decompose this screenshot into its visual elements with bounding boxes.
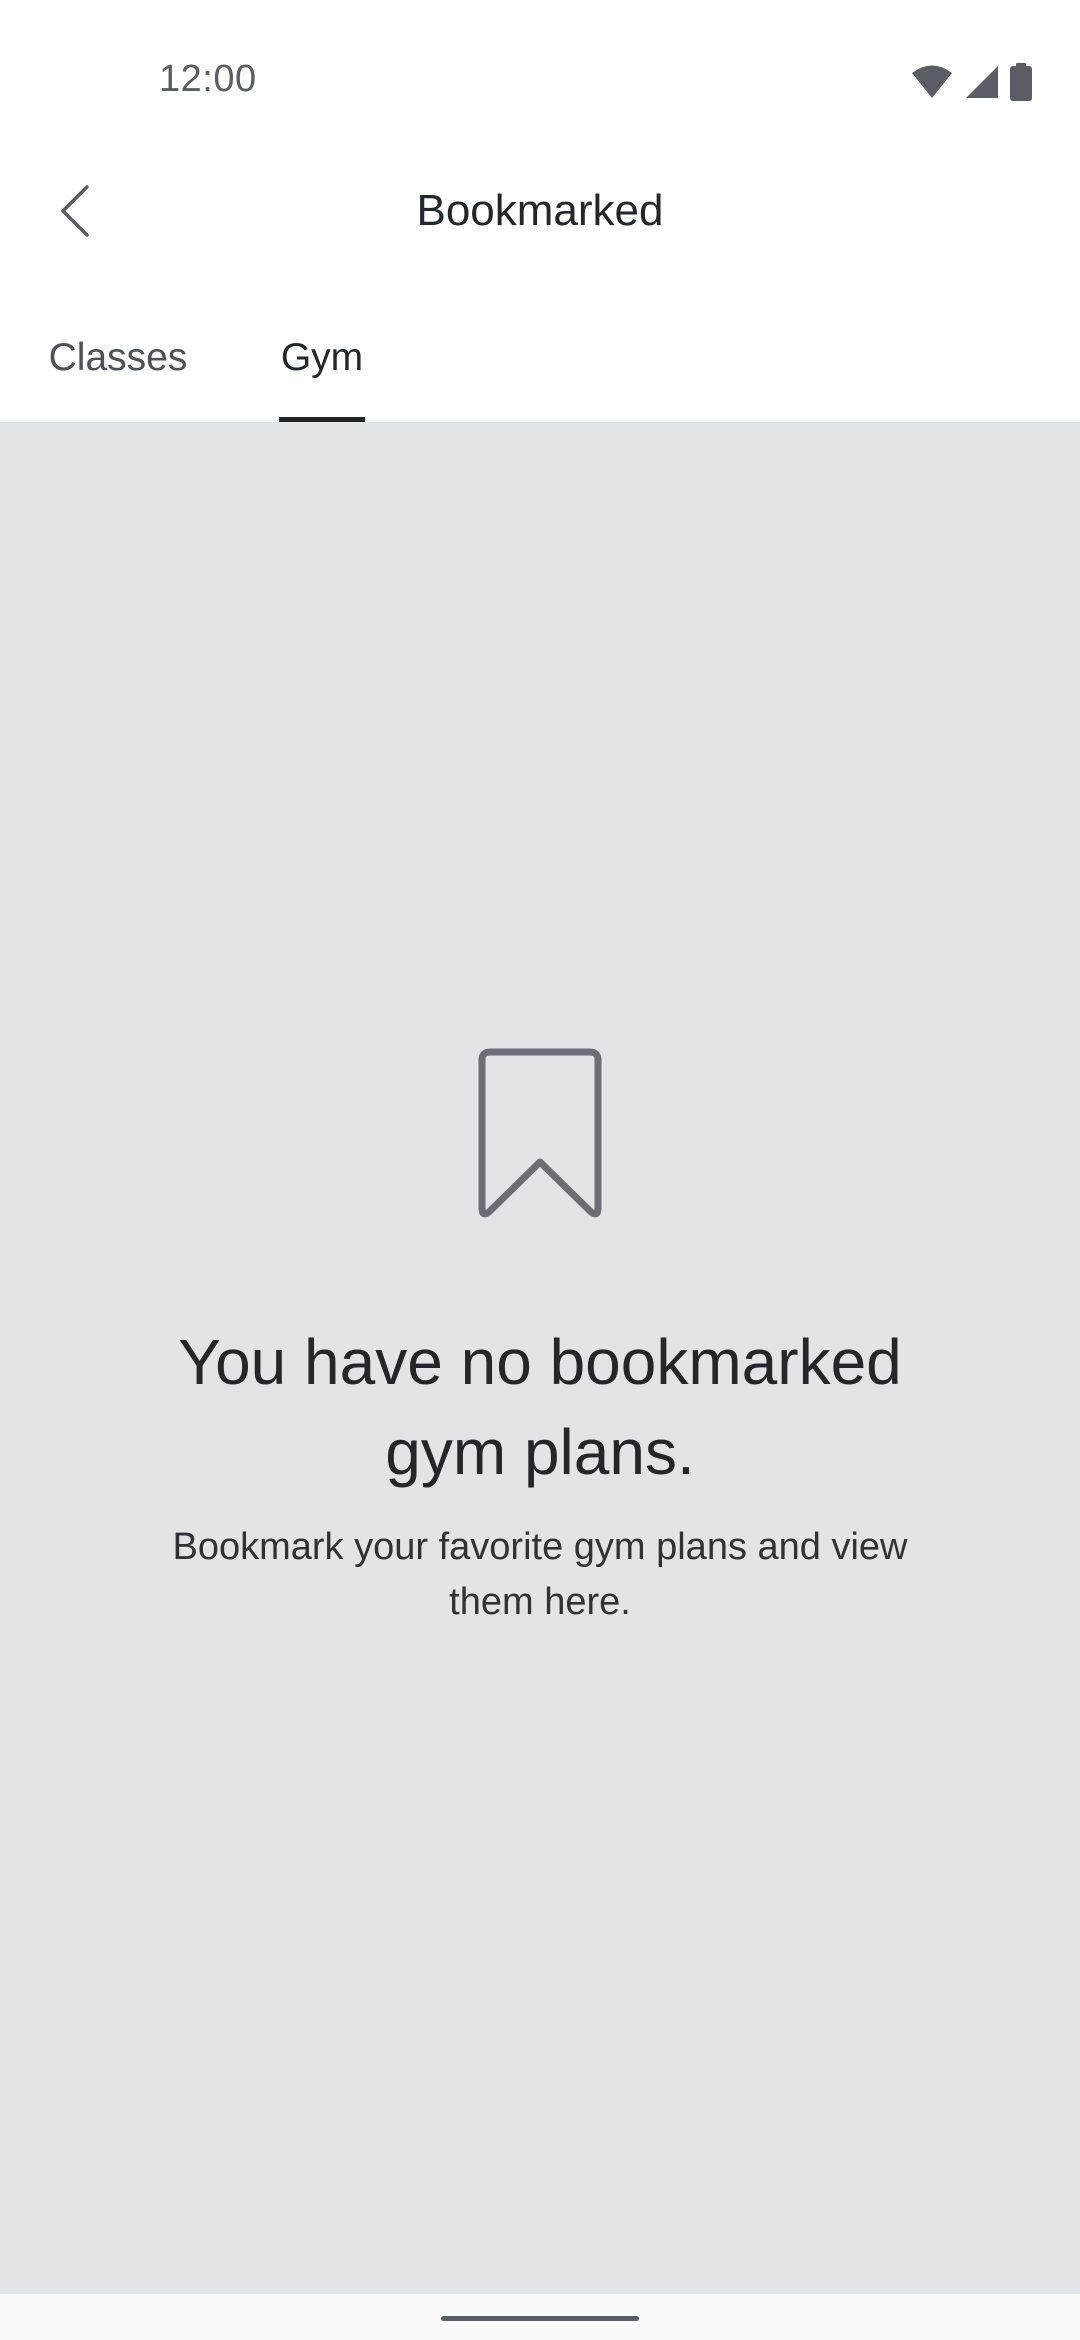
tab-classes[interactable]: Classes — [44, 320, 192, 422]
battery-icon — [1010, 63, 1032, 101]
home-handle[interactable] — [441, 2316, 639, 2321]
top-app-bar: Bookmarked — [0, 168, 1080, 258]
cell-signal-icon — [964, 64, 1000, 100]
empty-state-title: You have no bookmarked gym plans. — [178, 1326, 902, 1488]
bookmarked-screen: 12:00 Bookmarked Classes Gym You have no… — [0, 0, 1080, 2340]
tab-label: Gym — [280, 336, 364, 379]
empty-state-panel: You have no bookmarked gym plans. Bookma… — [0, 422, 1080, 2294]
tab-bar: Classes Gym — [0, 320, 1080, 422]
tab-label: Classes — [48, 336, 188, 379]
gesture-nav-bar — [0, 2294, 1080, 2340]
wifi-icon — [910, 64, 954, 100]
empty-state-subtitle: Bookmark your favorite gym plans and vie… — [172, 1526, 908, 1623]
status-bar: 12:00 — [0, 0, 1080, 168]
bookmark-icon — [476, 1046, 604, 1222]
status-icons — [910, 62, 1032, 102]
page-title: Bookmarked — [416, 186, 664, 235]
status-time: 12:00 — [159, 58, 257, 100]
tab-gym[interactable]: Gym — [279, 320, 365, 422]
